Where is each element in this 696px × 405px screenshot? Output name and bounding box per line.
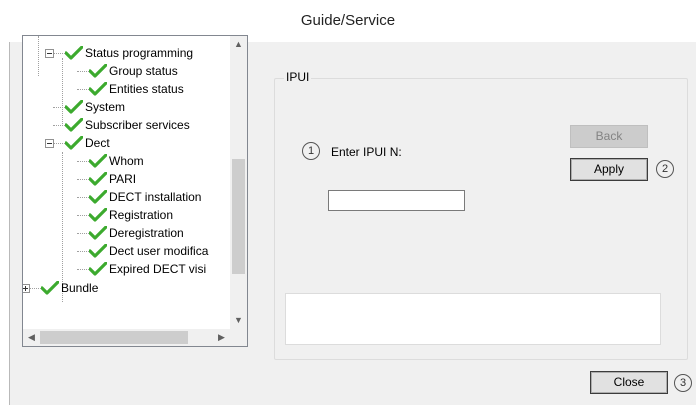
tree-line bbox=[77, 269, 89, 270]
tree-line bbox=[77, 251, 89, 252]
checkmark-icon bbox=[64, 135, 84, 150]
tree-item-label: Expired DECT visi bbox=[109, 262, 207, 276]
checkmark-icon bbox=[88, 153, 108, 168]
step-2-marker: 2 bbox=[656, 160, 674, 178]
checkmark-icon bbox=[64, 99, 84, 114]
checkmark-icon bbox=[88, 261, 108, 276]
tree-item-label: PARI bbox=[109, 172, 137, 186]
tree-line bbox=[77, 89, 89, 90]
tree-item-label: Registration bbox=[109, 208, 174, 222]
tree-item-label: DECT installation bbox=[109, 190, 202, 204]
tree-line bbox=[29, 288, 41, 289]
checkmark-icon bbox=[40, 280, 60, 295]
expand-plus-icon[interactable] bbox=[23, 284, 30, 293]
enter-ipui-label: Enter IPUI N: bbox=[331, 145, 402, 159]
checkmark-icon bbox=[88, 189, 108, 204]
tree-vertical-scrollbar[interactable]: ▲ ▼ bbox=[230, 36, 247, 329]
tree-item-label: Bundle bbox=[61, 281, 99, 295]
tree-item-label: System bbox=[85, 100, 126, 114]
checkmark-icon bbox=[88, 225, 108, 240]
apply-button[interactable]: Apply bbox=[570, 158, 648, 181]
horizontal-scroll-thumb[interactable] bbox=[40, 331, 188, 344]
tree-line bbox=[77, 233, 89, 234]
collapse-minus-icon[interactable] bbox=[45, 139, 54, 148]
tree-item-label: Group status bbox=[109, 64, 178, 78]
vertical-scroll-thumb[interactable] bbox=[232, 159, 245, 274]
step-1-marker: 1 bbox=[302, 142, 320, 160]
tree-line bbox=[53, 143, 65, 144]
ipui-group-label: IPUI bbox=[284, 70, 312, 84]
tree-item-label: Dect user modifica bbox=[109, 244, 209, 258]
checkmark-icon bbox=[88, 63, 108, 78]
tree-line bbox=[62, 58, 63, 126]
tree-line bbox=[77, 179, 89, 180]
tree-line bbox=[77, 197, 89, 198]
checkmark-icon bbox=[88, 243, 108, 258]
tree-line bbox=[77, 71, 89, 72]
tree-item-label: Dect bbox=[85, 136, 110, 150]
collapse-minus-icon[interactable] bbox=[45, 49, 54, 58]
tree-line bbox=[77, 161, 89, 162]
close-button[interactable]: Close bbox=[590, 371, 668, 394]
tree-item-label: Deregistration bbox=[109, 226, 184, 240]
tree-line bbox=[53, 125, 65, 126]
checkmark-icon bbox=[88, 171, 108, 186]
checkmark-icon bbox=[64, 45, 84, 60]
scroll-up-arrow-icon[interactable]: ▲ bbox=[230, 36, 247, 53]
tree-item-label: Status programming bbox=[85, 46, 194, 60]
tree-item-label: Entities status bbox=[109, 82, 184, 96]
tree-view[interactable]: Status programming Group status Entities s… bbox=[22, 35, 248, 347]
tree-item-label: Subscriber services bbox=[85, 118, 190, 132]
tree-item-label: Whom bbox=[109, 154, 144, 168]
checkmark-icon bbox=[88, 207, 108, 222]
ipui-input[interactable] bbox=[328, 190, 465, 211]
scroll-left-arrow-icon[interactable]: ◀ bbox=[23, 329, 40, 346]
tree-line bbox=[77, 215, 89, 216]
tree-horizontal-scrollbar[interactable]: ◀ ▶ bbox=[23, 329, 230, 346]
info-panel bbox=[285, 293, 661, 345]
back-button[interactable]: Back bbox=[570, 125, 648, 148]
tree-line bbox=[53, 107, 65, 108]
scroll-down-arrow-icon[interactable]: ▼ bbox=[230, 312, 247, 329]
checkmark-icon bbox=[88, 81, 108, 96]
tree-line bbox=[53, 53, 65, 54]
step-3-marker: 3 bbox=[674, 374, 692, 392]
scrollbar-corner bbox=[230, 329, 247, 346]
checkmark-icon bbox=[64, 117, 84, 132]
scroll-right-arrow-icon[interactable]: ▶ bbox=[213, 329, 230, 346]
tree-line bbox=[38, 36, 39, 76]
